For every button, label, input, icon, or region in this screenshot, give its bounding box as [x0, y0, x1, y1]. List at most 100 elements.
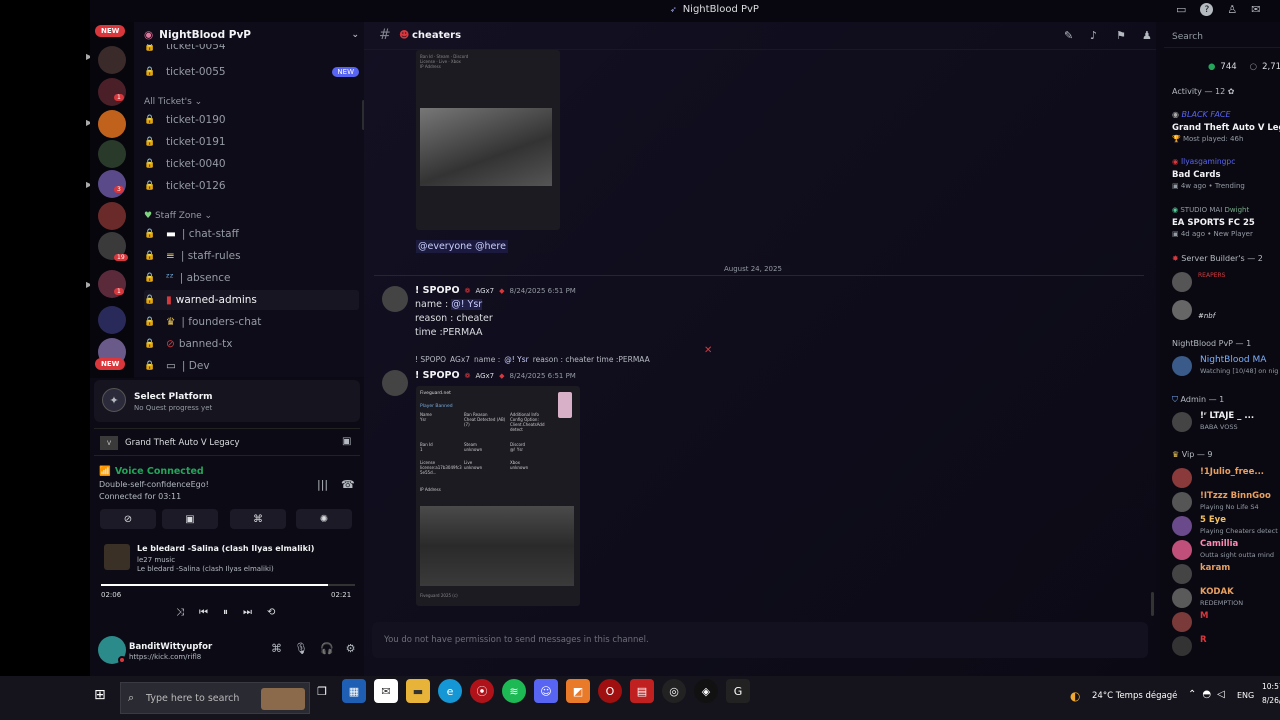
- server-icon[interactable]: [98, 140, 126, 168]
- avatar[interactable]: [382, 286, 408, 312]
- member-name[interactable]: !1Julio_free...: [1200, 467, 1264, 477]
- spotify-icon[interactable]: ≋: [502, 679, 526, 703]
- message-author[interactable]: ! SPOPO: [415, 370, 460, 381]
- avatar[interactable]: [1172, 468, 1192, 488]
- app-icon[interactable]: ▤: [630, 679, 654, 703]
- avatar[interactable]: [1172, 636, 1192, 656]
- edge-icon[interactable]: e: [438, 679, 462, 703]
- avatar[interactable]: [382, 370, 408, 396]
- mention-everyone[interactable]: @everyone @here: [416, 240, 508, 253]
- category-all-tickets[interactable]: All Ticket's ⌄: [144, 97, 202, 107]
- music-progress-track[interactable]: [101, 584, 355, 586]
- member-name[interactable]: !ʳ LTAJE _ ...: [1200, 411, 1254, 421]
- screen-share-button[interactable]: ▣: [162, 509, 218, 529]
- soundboard-button[interactable]: ✺: [296, 509, 352, 529]
- avatar[interactable]: [1172, 588, 1192, 608]
- avatar[interactable]: [1172, 564, 1192, 584]
- repeat-icon[interactable]: ⟲: [267, 607, 275, 618]
- member-name[interactable]: !ITzzz BinnGoo: [1200, 491, 1271, 501]
- chevron-up-icon[interactable]: ⌃: [1188, 689, 1196, 700]
- pin-icon[interactable]: ⚑: [1116, 29, 1126, 42]
- chat-scrollbar[interactable]: [1151, 592, 1154, 616]
- screen-share-icon[interactable]: ▣: [342, 436, 351, 447]
- channel-dev[interactable]: 🔒 ▭ | Dev: [144, 356, 359, 376]
- member-name[interactable]: REAPERS: [1198, 272, 1225, 279]
- network-icon[interactable]: ◓: [1202, 689, 1211, 700]
- channel-ticket[interactable]: 🔒 ticket-0126: [144, 176, 359, 196]
- member-name[interactable]: R: [1200, 635, 1207, 645]
- server-header[interactable]: ◉ NightBlood PvP ⌄: [144, 29, 359, 41]
- avatar[interactable]: [1172, 300, 1192, 320]
- server-icon[interactable]: [98, 202, 126, 230]
- minimize-icon[interactable]: ♙: [1227, 3, 1237, 16]
- embed-screenshot[interactable]: Fiveguard.net Player Banned Name Ysr Ban …: [416, 386, 580, 606]
- headphones-icon[interactable]: 🎧: [320, 642, 334, 655]
- weather-text[interactable]: 24°C Temps dégagé: [1092, 691, 1177, 701]
- avatar[interactable]: [1172, 612, 1192, 632]
- next-icon[interactable]: ⏭: [243, 607, 252, 618]
- server-icon[interactable]: [98, 78, 126, 106]
- app-icon[interactable]: ◎: [662, 679, 686, 703]
- window-icon[interactable]: ✉: [1251, 3, 1260, 16]
- member-name[interactable]: NightBlood MA: [1200, 355, 1266, 365]
- channel-ticket[interactable]: 🔒 ticket-0040: [144, 154, 359, 174]
- search-box[interactable]: Search: [1164, 26, 1280, 48]
- member-name[interactable]: 5 Eye: [1200, 515, 1226, 525]
- members-icon[interactable]: ♟: [1142, 29, 1152, 42]
- avatar[interactable]: [1172, 540, 1192, 560]
- channel-staff-rules[interactable]: 🔒 ≡ | staff-rules: [144, 246, 359, 266]
- close-x-icon[interactable]: ✕: [704, 345, 712, 356]
- pause-icon[interactable]: ⏸: [223, 607, 228, 618]
- server-icon[interactable]: [98, 170, 126, 198]
- search-input[interactable]: Search: [1172, 32, 1203, 42]
- member-name[interactable]: #nbf: [1198, 312, 1215, 320]
- notification-off-icon[interactable]: ♪: [1090, 29, 1097, 42]
- camera-off-button[interactable]: ⊘: [100, 509, 156, 529]
- channel-ticket-0055[interactable]: 🔒 ticket-0055 NEW: [144, 62, 359, 82]
- channel-ticket[interactable]: 🔒 ticket-0190: [144, 110, 359, 130]
- channel-ticket-partial[interactable]: 🔒 ticket-0054: [144, 44, 359, 52]
- user-mention[interactable]: @! Ysr: [451, 299, 483, 310]
- channel-absence[interactable]: 🔒 ᶻᶻ | absence: [144, 268, 359, 288]
- channel-banned-tx[interactable]: 🔒 ⊘ banned-tx: [144, 334, 359, 354]
- game-activity[interactable]: V Grand Theft Auto V Legacy ▣: [94, 428, 360, 456]
- store-icon[interactable]: ▦: [342, 679, 366, 703]
- app-icon[interactable]: ◈: [694, 679, 718, 703]
- activity-button[interactable]: ⌘: [230, 509, 286, 529]
- windows-start-icon[interactable]: ⊞: [94, 687, 106, 703]
- avatar[interactable]: [1172, 516, 1192, 536]
- server-icon[interactable]: [98, 46, 126, 74]
- file-explorer-icon[interactable]: ▬: [406, 679, 430, 703]
- app-icon[interactable]: ⦿: [470, 679, 494, 703]
- embed-screenshot-top[interactable]: Ban Id · Steam · Discord License · Live ·…: [416, 50, 560, 230]
- clock-time[interactable]: 10:57: [1262, 682, 1280, 691]
- voice-channel[interactable]: Double-self-confidenceEgo!: [99, 480, 209, 489]
- server-icon[interactable]: [98, 110, 126, 138]
- app-icon[interactable]: ◩: [566, 679, 590, 703]
- avatar[interactable]: [1172, 356, 1192, 376]
- member-name[interactable]: karam: [1200, 563, 1230, 573]
- channel-ticket[interactable]: 🔒 ticket-0191: [144, 132, 359, 152]
- channel-founders-chat[interactable]: 🔒 ♛ | founders-chat: [144, 312, 359, 332]
- category-staff-zone[interactable]: ♥ Staff Zone ⌄: [144, 211, 212, 221]
- clock-date[interactable]: 8/26/: [1262, 696, 1280, 705]
- member-name[interactable]: Camillia: [1200, 539, 1238, 549]
- task-view-icon[interactable]: ❐: [310, 679, 334, 703]
- channel-warned-admins[interactable]: 🔒 ▮ warned-admins: [144, 290, 359, 310]
- taskbar-search-input[interactable]: Type here to search: [146, 693, 239, 704]
- reply-preview[interactable]: ! SPOPO AGx7 name : @! Ysr reason : chea…: [415, 355, 650, 364]
- avatar[interactable]: [1172, 272, 1192, 292]
- disconnect-icon[interactable]: ☎: [341, 478, 355, 491]
- noise-suppression-icon[interactable]: |||: [317, 478, 328, 491]
- member-name[interactable]: ◉ Ilyasgamingpc: [1172, 157, 1235, 166]
- help-icon[interactable]: ?: [1200, 3, 1214, 16]
- mail-icon[interactable]: ✉: [374, 679, 398, 703]
- activity-card[interactable]: ✦ Select Platform No Quest progress yet: [94, 380, 360, 422]
- language[interactable]: ENG: [1237, 691, 1254, 700]
- app-icon[interactable]: G: [726, 679, 750, 703]
- avatar[interactable]: [1172, 492, 1192, 512]
- microphone-icon[interactable]: 🎙: [294, 642, 308, 655]
- taskbar-search[interactable]: ⌕ Type here to search: [120, 682, 310, 714]
- server-icon[interactable]: [98, 306, 126, 334]
- avatar[interactable]: [1172, 412, 1192, 432]
